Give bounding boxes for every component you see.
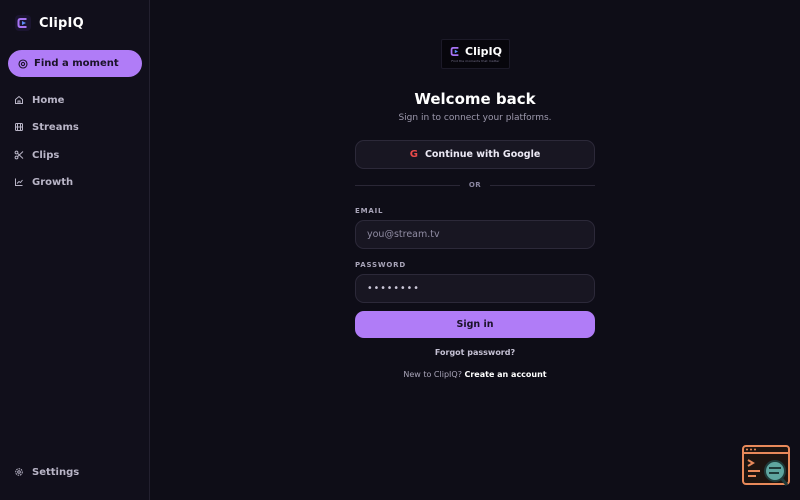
sidebar-item-streams[interactable]: Streams (14, 119, 79, 135)
clipiq-logo-icon (450, 47, 459, 56)
password-label: PASSWORD (355, 261, 406, 269)
signup-prompt-text: New to ClipIQ? (403, 370, 462, 379)
continue-with-google-button[interactable]: G Continue with Google (355, 140, 595, 169)
page-title: Welcome back (414, 90, 536, 108)
email-label: EMAIL (355, 207, 384, 215)
scissors-icon (14, 150, 24, 160)
find-moment-label: Find a moment (34, 58, 119, 69)
sign-in-button[interactable]: Sign in (355, 311, 595, 338)
divider-left (355, 185, 460, 186)
sidebar-item-settings[interactable]: Settings (14, 464, 79, 480)
email-field[interactable] (355, 220, 595, 249)
sidebar-item-label: Clips (32, 149, 60, 161)
sidebar-item-label: Settings (32, 466, 80, 478)
divider-or-text: OR (468, 181, 482, 189)
sidebar-item-label: Home (32, 94, 65, 106)
logo-tagline: Find the moments that matter (451, 59, 500, 63)
google-icon: G (409, 149, 418, 160)
sidebar-item-label: Streams (32, 121, 79, 133)
password-field[interactable] (355, 274, 595, 303)
find-moment-button[interactable]: Find a moment (8, 50, 142, 77)
sidebar-item-label: Growth (32, 176, 74, 188)
target-icon (18, 58, 28, 69)
sidebar: ClipIQ Find a moment Home Streams Clips … (0, 0, 150, 500)
page-subtitle: Sign in to connect your platforms. (398, 113, 552, 123)
forgot-password-link[interactable]: Forgot password? (355, 348, 595, 357)
sidebar-item-growth[interactable]: Growth (14, 174, 73, 190)
signup-prompt: New to ClipIQ? Create an account (355, 370, 595, 379)
clipiq-header-logo: ClipIQ Find the moments that matter (441, 39, 510, 69)
brand[interactable]: ClipIQ (14, 14, 84, 32)
streams-icon (15, 123, 23, 131)
gear-icon (15, 468, 23, 476)
sidebar-item-clips[interactable]: Clips (14, 147, 59, 163)
logo-wordmark: ClipIQ (465, 45, 502, 58)
inspector-widget-icon[interactable] (742, 445, 790, 487)
chart-icon (15, 178, 23, 186)
brand-name: ClipIQ (39, 15, 84, 31)
google-button-label: Continue with Google (424, 149, 541, 160)
home-icon (15, 95, 23, 104)
divider-right (490, 185, 595, 186)
clipiq-logo-icon (15, 15, 31, 31)
sidebar-item-home[interactable]: Home (14, 92, 64, 108)
create-account-link[interactable]: Create an account (464, 370, 546, 379)
